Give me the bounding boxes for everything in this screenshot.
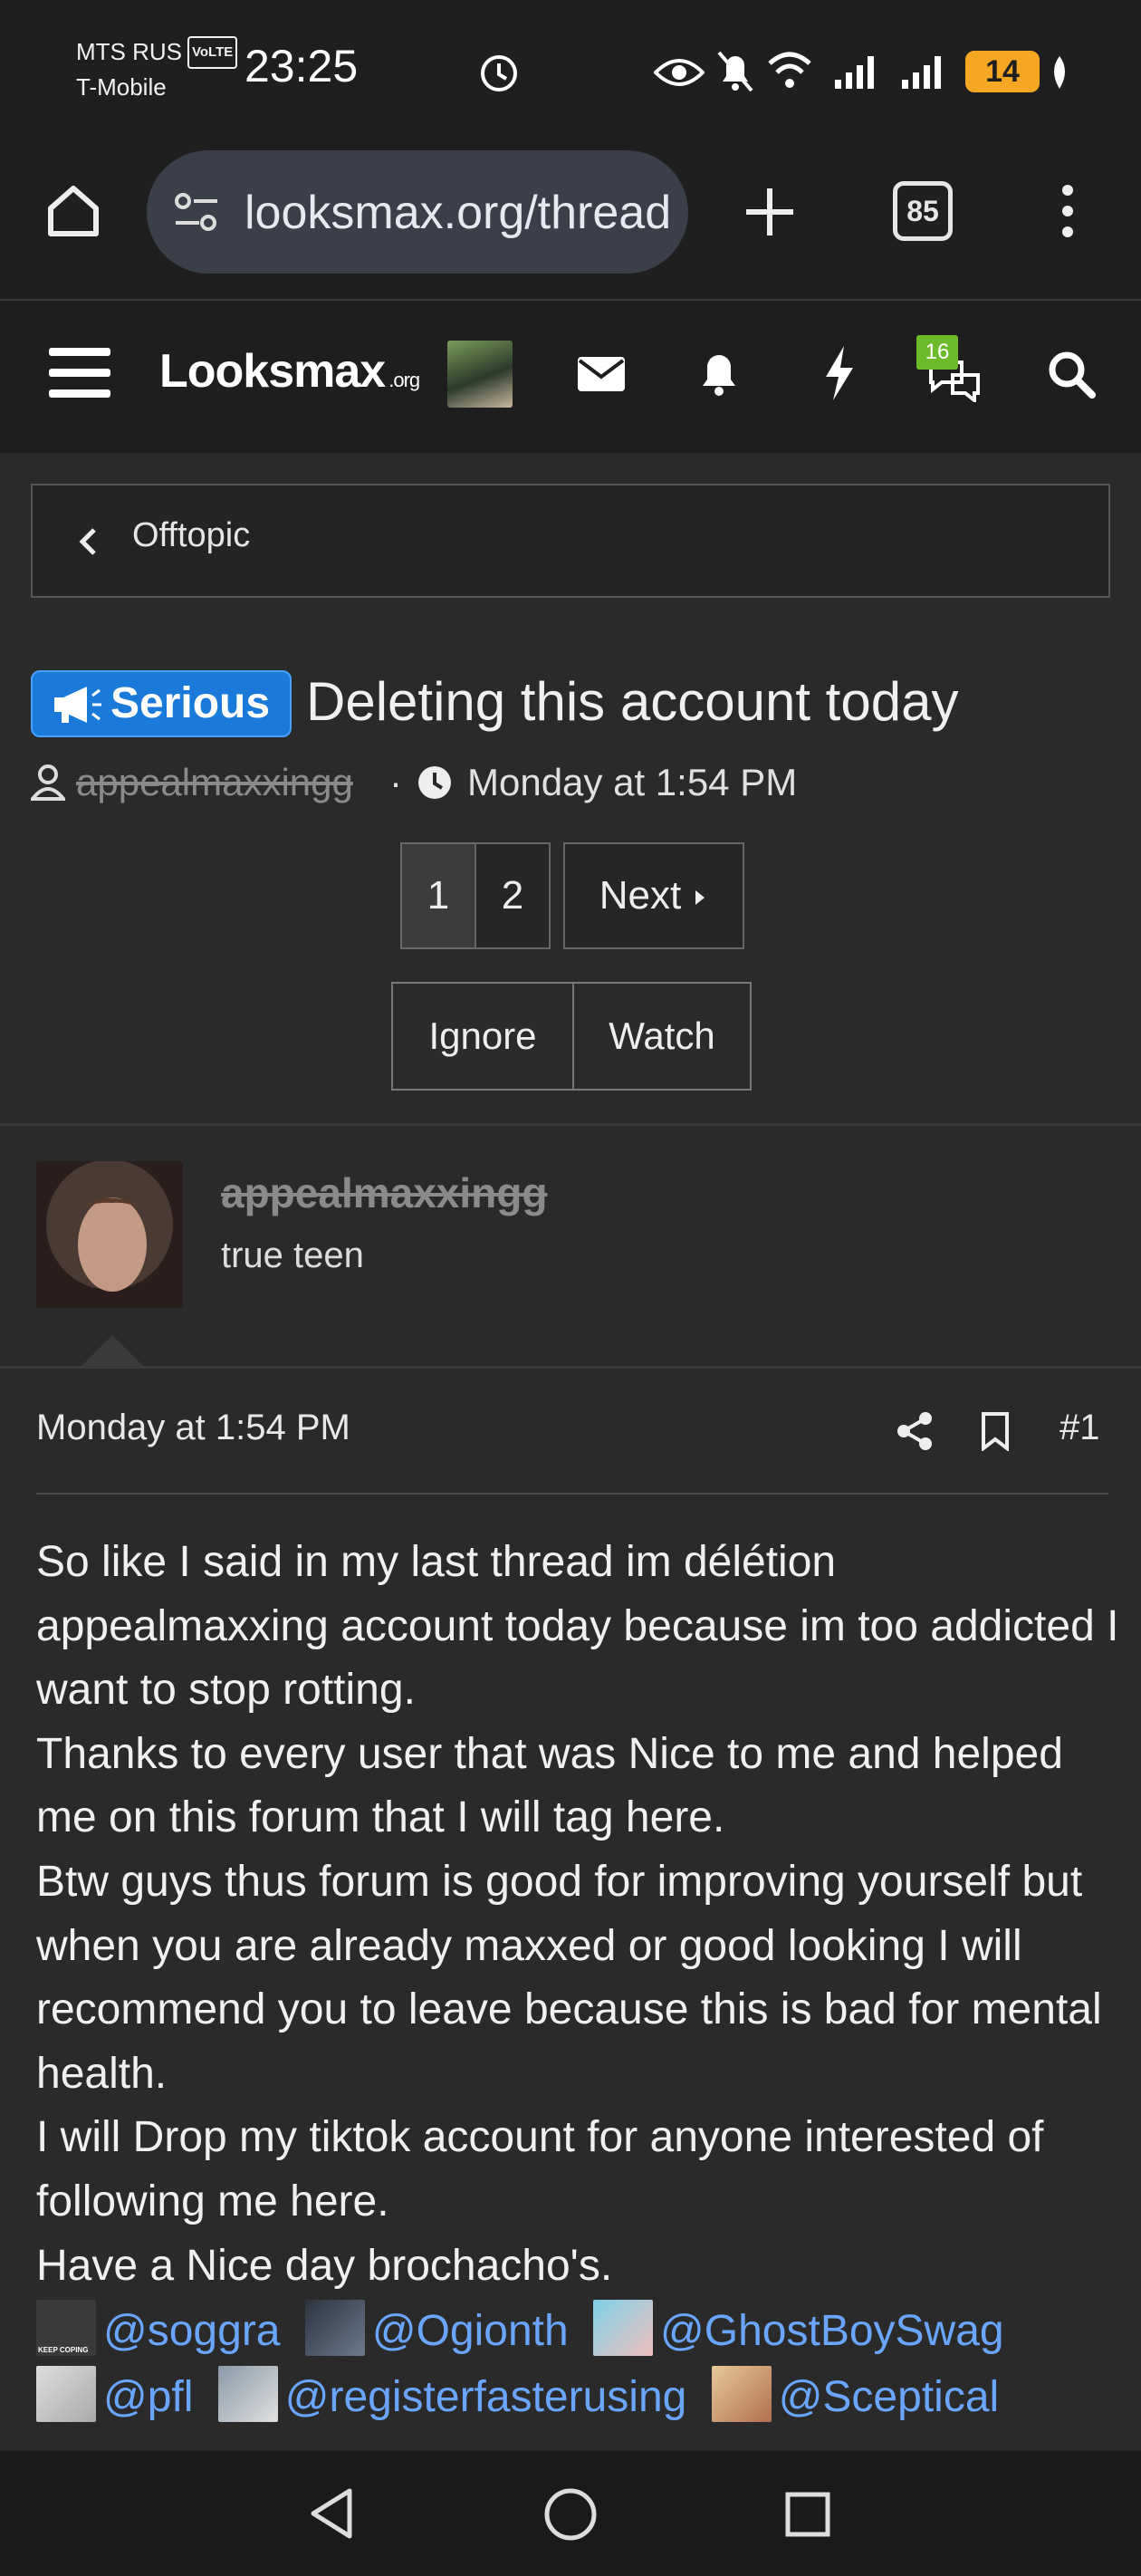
battery-level: 14 <box>965 51 1040 92</box>
lightning-icon[interactable] <box>820 344 857 402</box>
new-tab-icon[interactable] <box>743 185 797 239</box>
divider <box>0 1123 1141 1126</box>
recents-icon[interactable] <box>784 2491 831 2538</box>
search-icon[interactable] <box>1047 350 1096 399</box>
url-text[interactable]: looksmax.org/threads/deleting-this-accou… <box>244 181 670 245</box>
carrier-secondary: T-Mobile <box>76 73 167 101</box>
mention-row: KEEP COPING @soggra @Ogionth @GhostBoySwa… <box>36 2300 1017 2363</box>
mention-avatar: KEEP COPING <box>36 2300 96 2356</box>
mention-avatar <box>593 2300 654 2356</box>
site-settings-icon[interactable] <box>172 190 221 235</box>
post-user-title: true teen <box>221 1235 364 1275</box>
mention-link[interactable]: @GhostBoySwag <box>660 2307 1004 2355</box>
eye-icon <box>654 59 705 86</box>
mute-bell-icon <box>717 51 753 92</box>
chevron-left-icon <box>79 528 96 555</box>
wifi-icon <box>768 52 811 88</box>
carrier-primary: MTS RUS VoLTE <box>76 36 238 69</box>
meta-separator: · <box>389 761 402 803</box>
user-icon <box>31 764 65 801</box>
mail-icon[interactable] <box>576 355 627 393</box>
mention-link[interactable]: @pfl <box>103 2373 193 2421</box>
post-paragraph: I will Drop my tiktok account for anyone… <box>36 2113 1044 2225</box>
post-pointer <box>80 1335 145 1368</box>
post-body: So like I said in my last thread im délé… <box>36 1531 1123 2298</box>
home-icon[interactable] <box>43 181 103 241</box>
thread-title: Deleting this account today <box>306 671 959 732</box>
site-logo[interactable]: Looksmax .org <box>159 344 420 399</box>
post-paragraph: Have a Nice day brochacho's. <box>36 2241 613 2290</box>
conversations-badge: 16 <box>916 335 958 370</box>
mention-avatar <box>36 2366 96 2422</box>
notification-bell-icon[interactable] <box>697 348 741 399</box>
post-username[interactable]: appealmaxxingg <box>221 1168 547 1217</box>
bookmark-icon[interactable] <box>980 1411 1011 1451</box>
status-clock: 23:25 <box>244 41 359 91</box>
avatar-image <box>36 1161 183 1308</box>
tab-switcher-button[interactable]: 85 <box>893 181 953 241</box>
mention-avatar <box>711 2366 772 2422</box>
post-paragraph: So like I said in my last thread im délé… <box>36 1538 1119 1715</box>
hamburger-menu-icon[interactable] <box>49 346 110 400</box>
signal-icon <box>835 56 874 89</box>
mention-row: @pfl @registerfasterusing @Sceptical <box>36 2366 1012 2429</box>
breadcrumb-label[interactable]: Offtopic <box>132 516 250 555</box>
mention-avatar <box>217 2366 278 2422</box>
post-date[interactable]: Monday at 1:54 PM <box>36 1408 350 1448</box>
caret-right-icon <box>695 890 705 905</box>
data-saver-icon <box>481 55 517 91</box>
clock-icon <box>418 766 451 799</box>
post-paragraph: Thanks to every user that was Nice to me… <box>36 1729 1063 1842</box>
share-icon[interactable] <box>895 1411 935 1451</box>
post-header-divider <box>36 1493 1108 1495</box>
signal-icon-2 <box>902 56 941 89</box>
divider <box>0 1366 1141 1369</box>
thread-prefix-badge[interactable]: Serious <box>31 670 292 737</box>
next-page-button[interactable]: Next <box>563 842 744 949</box>
page-2-button[interactable]: 2 <box>475 842 551 949</box>
post-paragraph: Btw guys thus forum is good for improvin… <box>36 1857 1102 2098</box>
post-number[interactable]: #1 <box>1060 1408 1100 1448</box>
post-avatar[interactable] <box>36 1161 183 1308</box>
watch-button[interactable]: Watch <box>572 982 752 1091</box>
back-icon[interactable] <box>308 2487 355 2540</box>
volte-badge: VoLTE <box>187 36 238 69</box>
page-1-button[interactable]: 1 <box>400 842 476 949</box>
user-avatar-thumb[interactable] <box>447 341 513 408</box>
mention-link[interactable]: @Sceptical <box>779 2373 1000 2421</box>
mention-link[interactable]: @soggra <box>103 2307 281 2355</box>
ignore-button[interactable]: Ignore <box>391 982 574 1091</box>
thread-date[interactable]: Monday at 1:54 PM <box>467 757 797 808</box>
megaphone-icon <box>54 687 101 723</box>
leaf-icon <box>1054 56 1065 89</box>
mention-link[interactable]: @Ogionth <box>372 2307 569 2355</box>
mention-link[interactable]: @registerfasterusing <box>285 2373 687 2421</box>
thread-author[interactable]: appealmaxxingg <box>76 757 353 808</box>
menu-kebab-icon[interactable] <box>1058 181 1078 241</box>
mention-avatar <box>304 2300 365 2356</box>
home-circle-icon[interactable] <box>543 2487 598 2542</box>
